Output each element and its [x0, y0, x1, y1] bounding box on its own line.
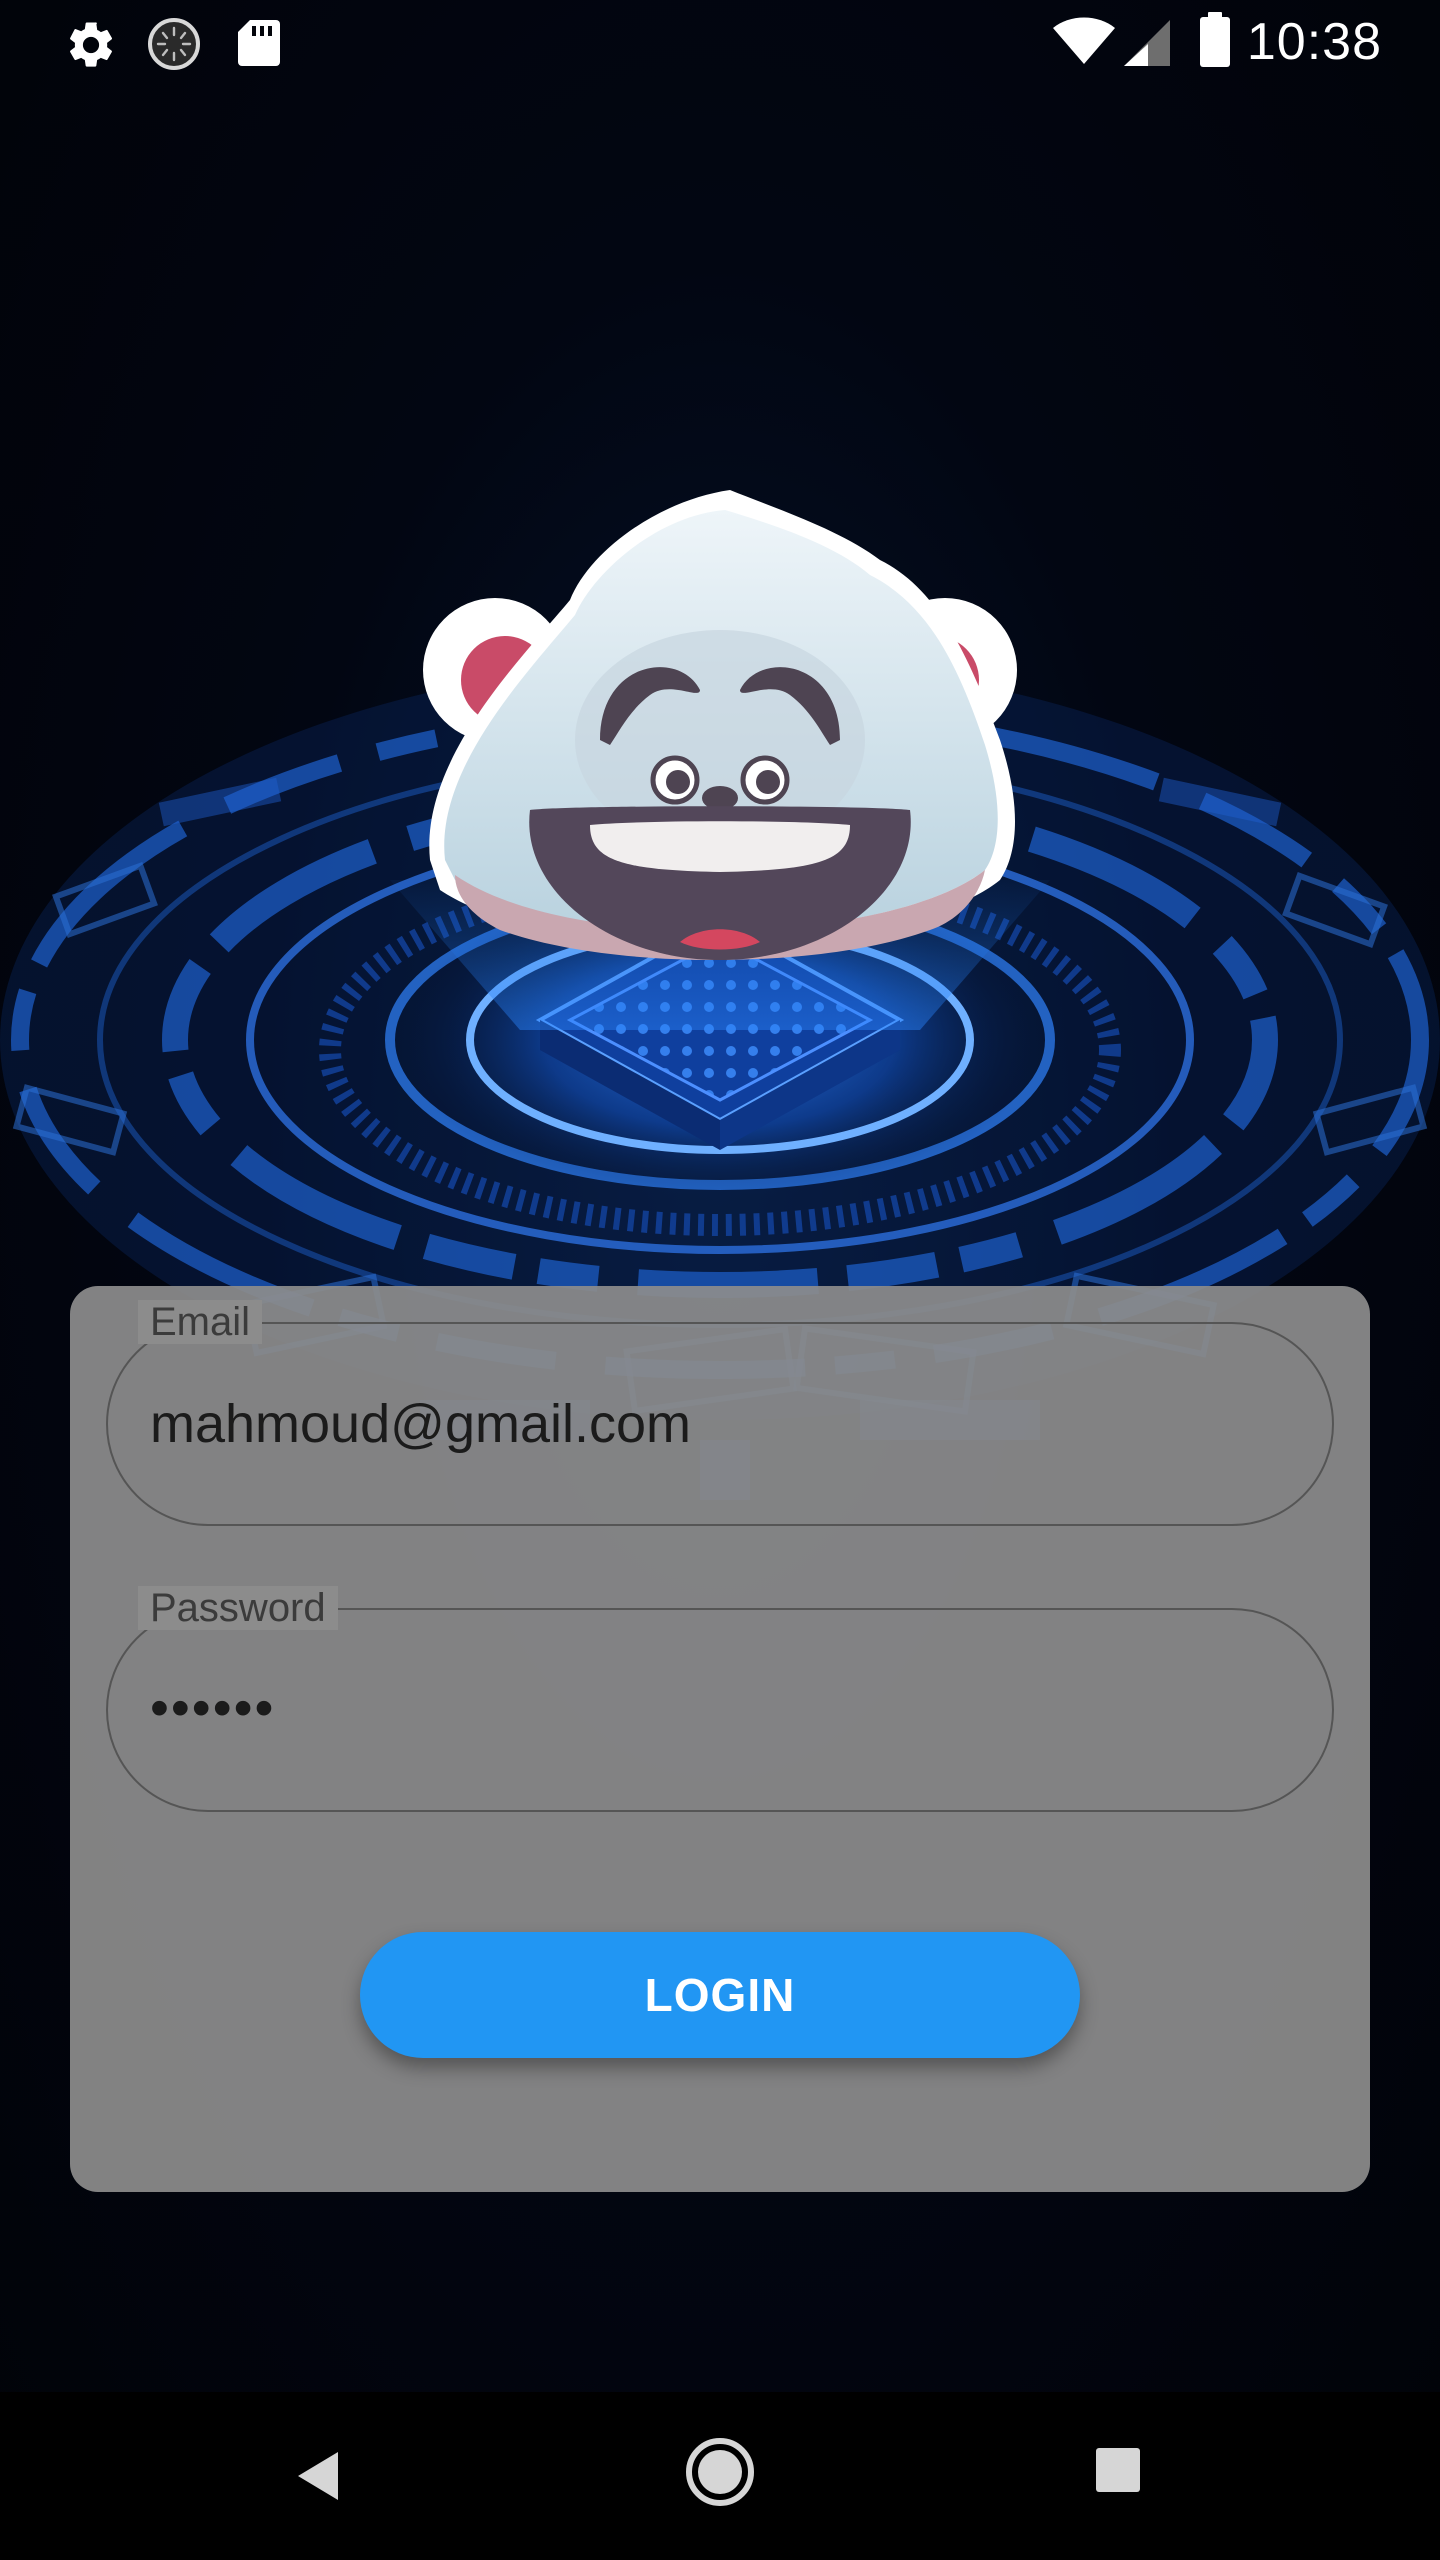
polar-bear-mascot [423, 490, 1017, 960]
cell-signal-icon [1124, 20, 1170, 66]
wifi-icon [1053, 17, 1115, 64]
home-icon[interactable] [684, 2436, 756, 2508]
login-card: Email mahmoud@gmail.com Password •••••• … [70, 1286, 1370, 2192]
login-screen: 10:38 Email mahmoud@gmail.com Password •… [0, 0, 1440, 2560]
settings-icon [70, 22, 113, 67]
password-label: Password [138, 1586, 338, 1630]
email-label: Email [138, 1300, 263, 1344]
password-field[interactable]: Password •••••• [106, 1586, 1334, 1812]
back-icon[interactable] [288, 2444, 352, 2508]
navigation-bar [0, 2392, 1440, 2560]
status-time: 10:38 [1246, 13, 1382, 71]
sd-card-icon [238, 20, 280, 66]
status-bar: 10:38 [0, 0, 1440, 84]
sync-icon [148, 18, 200, 70]
email-value[interactable]: mahmoud@gmail.com [150, 1392, 691, 1456]
recents-icon[interactable] [1094, 2446, 1142, 2494]
email-field[interactable]: Email mahmoud@gmail.com [106, 1300, 1334, 1526]
battery-icon [1200, 12, 1230, 67]
login-button[interactable]: LOGIN [360, 1932, 1080, 2058]
password-value[interactable]: •••••• [150, 1676, 275, 1740]
